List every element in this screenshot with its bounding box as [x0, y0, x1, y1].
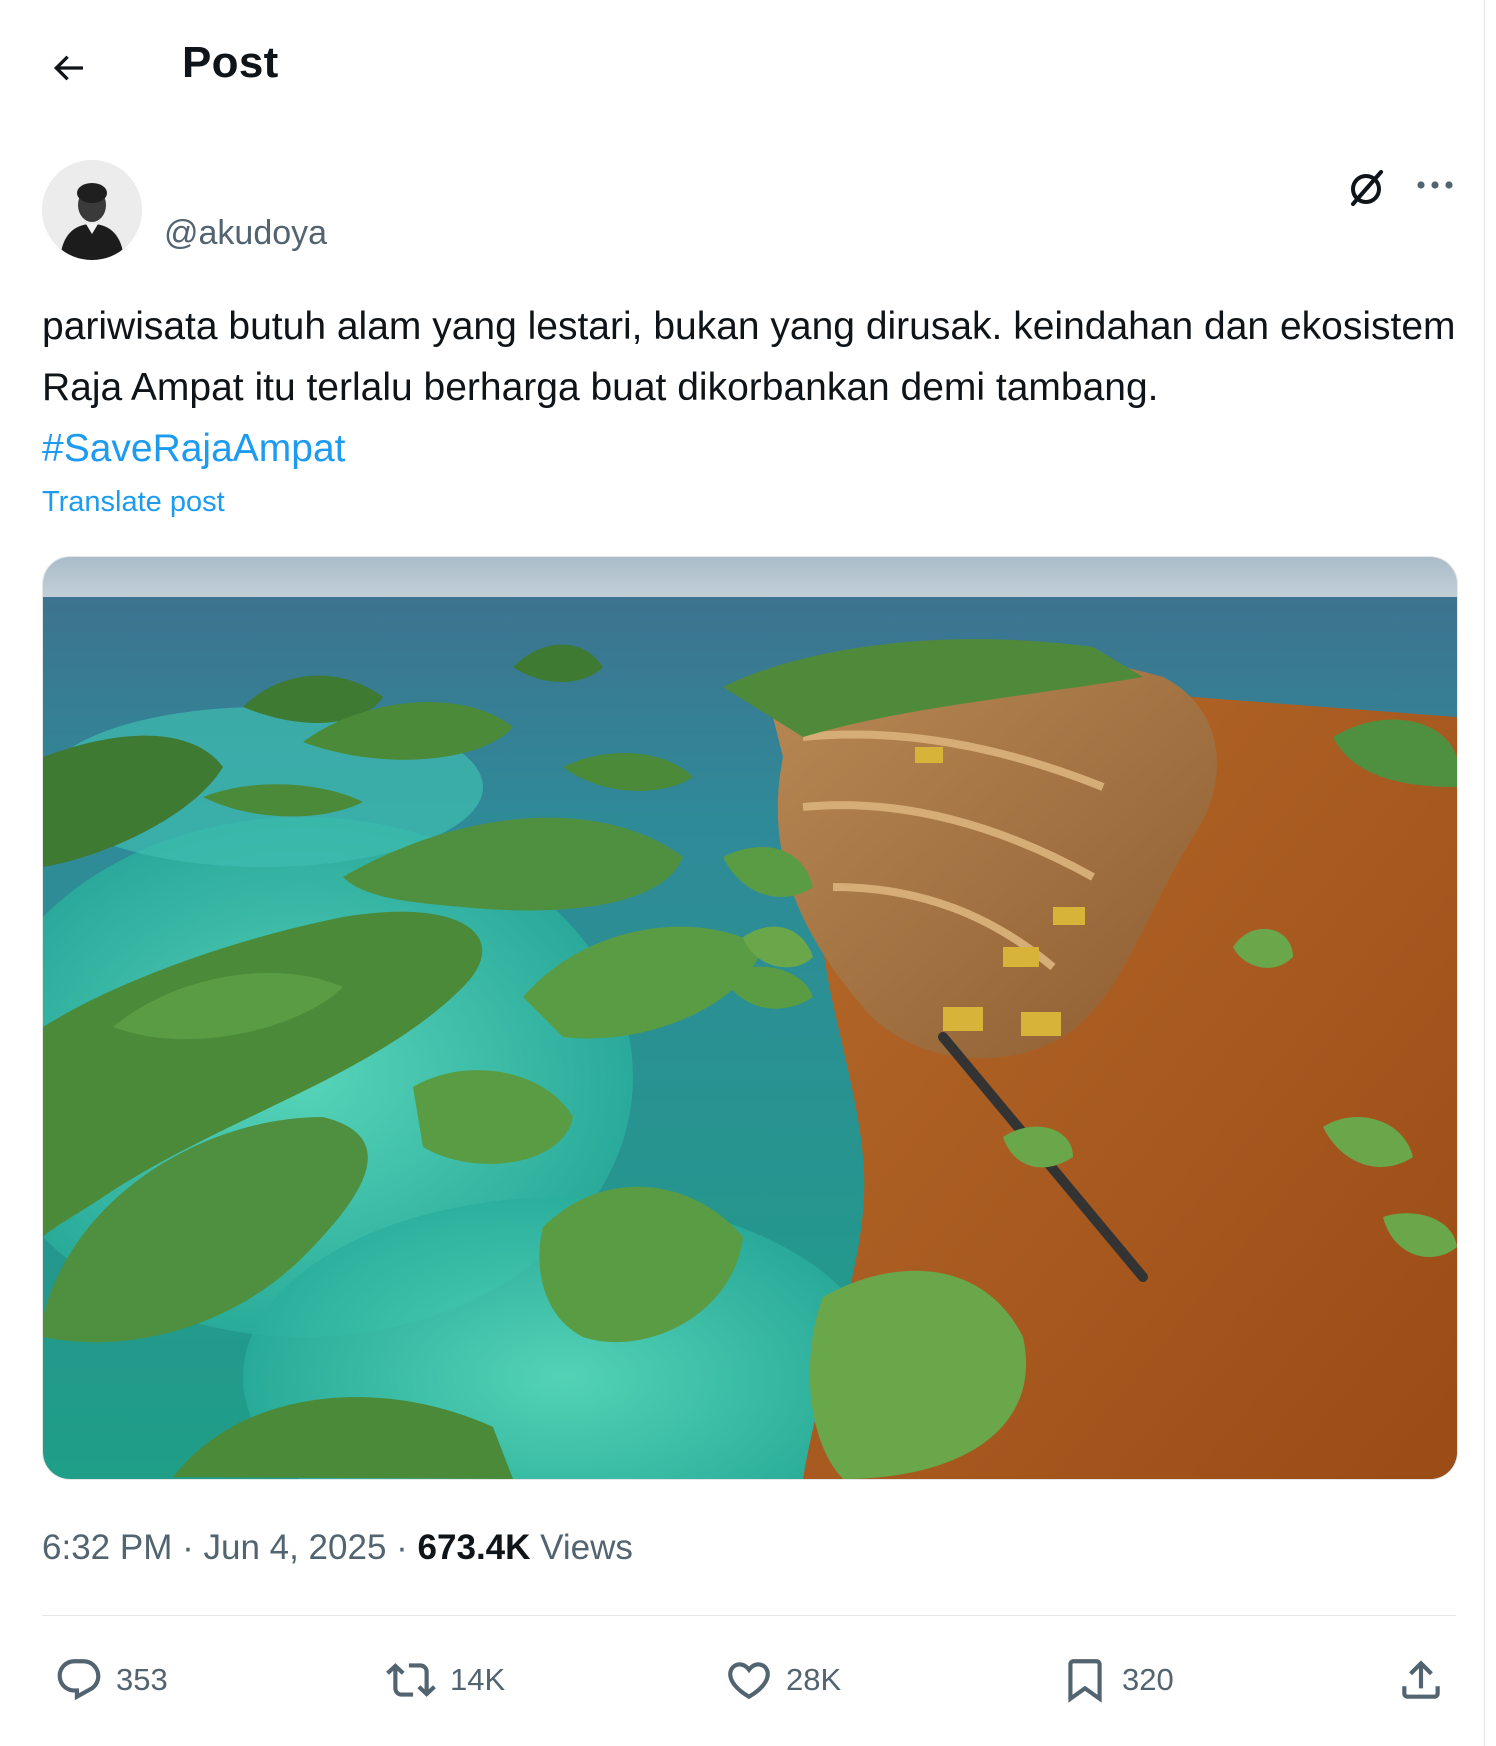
user-handle[interactable]: @akudoya — [164, 214, 327, 253]
post-page: Post @akudoya pariwisata butuh alam yang… — [0, 0, 1485, 1746]
share-icon — [1402, 1660, 1440, 1699]
more-icon — [1417, 181, 1453, 189]
divider — [42, 1615, 1456, 1616]
meta-separator: · — [182, 1528, 194, 1567]
like-icon — [728, 1662, 770, 1700]
avatar[interactable] — [42, 160, 142, 260]
grok-button[interactable] — [1344, 166, 1388, 210]
hashtag-link[interactable]: #SaveRajaAmpat — [42, 427, 346, 470]
page-header: Post — [0, 0, 1484, 130]
action-bar: 353 14K 28K 320 — [0, 1640, 1484, 1720]
repost-count: 14K — [450, 1662, 506, 1697]
post-meta: 6:32 PM · Jun 4, 2025 · 673.4K Views — [42, 1528, 633, 1568]
page-title: Post — [182, 38, 279, 87]
reply-icon — [57, 1659, 101, 1701]
post-text: pariwisata butuh alam yang lestari, buka… — [42, 296, 1462, 479]
views-count: 673.4K — [417, 1528, 531, 1567]
meta-separator: · — [396, 1528, 408, 1567]
post-body: pariwisata butuh alam yang lestari, buka… — [42, 305, 1456, 409]
share-button[interactable] — [1396, 1640, 1446, 1720]
repost-icon — [386, 1663, 436, 1697]
back-button[interactable] — [40, 40, 96, 96]
raja-ampat-image — [43, 557, 1457, 1479]
more-options-button[interactable] — [1410, 166, 1460, 210]
post-image[interactable] — [42, 556, 1458, 1480]
bookmark-count: 320 — [1122, 1662, 1174, 1697]
bookmark-icon — [1068, 1659, 1102, 1703]
views-label: Views — [540, 1528, 633, 1567]
post-time[interactable]: 6:32 PM — [42, 1528, 172, 1567]
post-date[interactable]: Jun 4, 2025 — [203, 1528, 386, 1567]
translate-post-link[interactable]: Translate post — [42, 486, 225, 519]
reply-count: 353 — [116, 1662, 168, 1697]
like-count: 28K — [786, 1662, 842, 1697]
back-arrow-icon — [53, 55, 83, 81]
repost-button[interactable]: 14K — [384, 1640, 505, 1720]
grok-icon — [1351, 170, 1383, 206]
like-button[interactable]: 28K — [724, 1640, 841, 1720]
bookmark-button[interactable]: 320 — [1060, 1640, 1174, 1720]
reply-button[interactable]: 353 — [54, 1640, 168, 1720]
avatar-image — [42, 160, 142, 260]
